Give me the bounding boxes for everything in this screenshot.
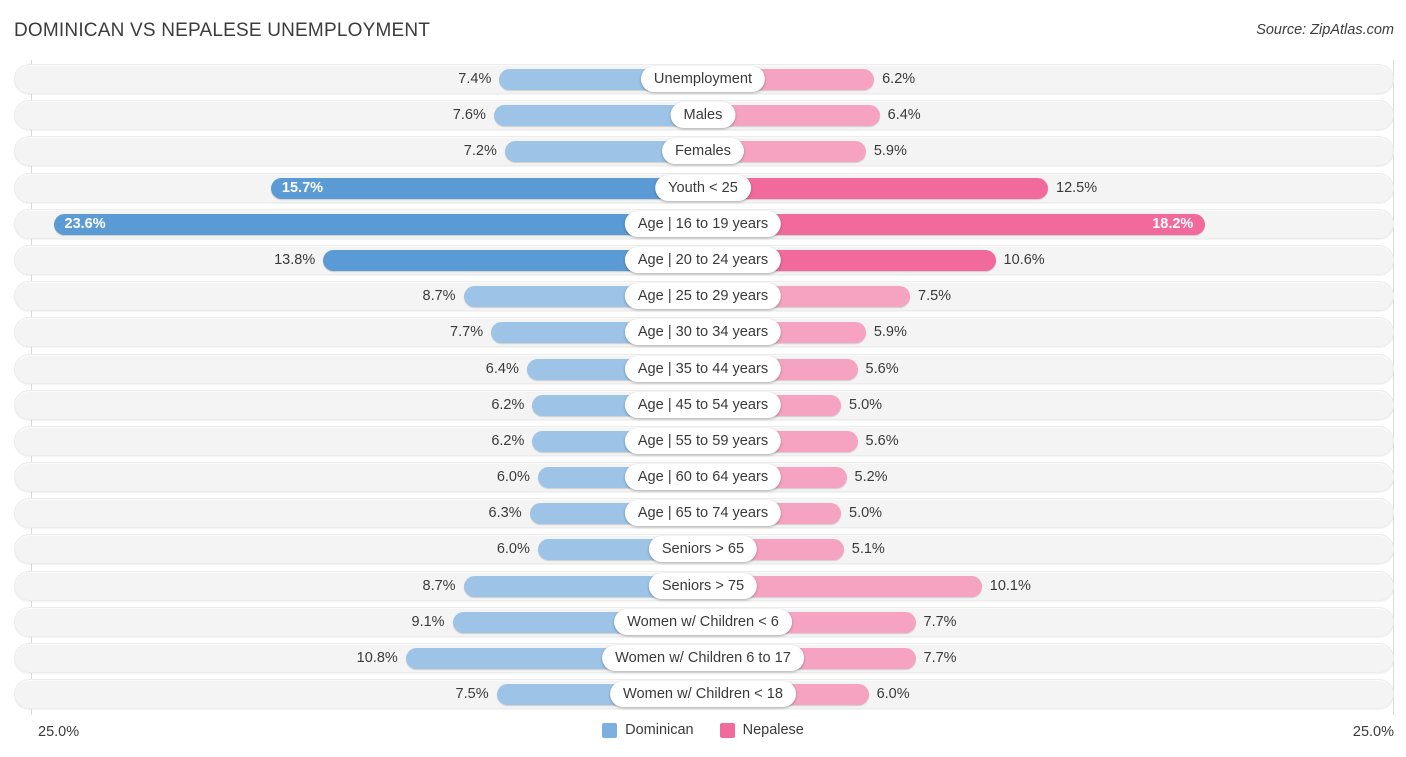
category-label: Women w/ Children < 18	[610, 681, 796, 708]
value-label-nepalese: 6.4%	[887, 107, 921, 124]
legend-swatch-icon	[719, 722, 735, 738]
bar-row: 7.2% 5.9% Females	[0, 136, 1406, 167]
value-label-nepalese: 10.1%	[989, 577, 1031, 594]
bar-row: 6.3% 5.0% Age | 65 to 74 years	[0, 498, 1406, 529]
value-label-nepalese: 5.1%	[851, 541, 885, 558]
bar-row: 6.0% 5.1% Seniors > 65	[0, 534, 1406, 565]
bar-row: 6.2% 5.0% Age | 45 to 54 years	[0, 389, 1406, 420]
legend-item: Dominican	[602, 722, 694, 738]
value-label-dominican: 10.8%	[356, 650, 398, 666]
bar-row: 8.7% 10.1% Seniors > 75	[0, 570, 1406, 601]
bar-row: 7.4% 6.2% Unemployment	[0, 64, 1406, 94]
category-label: Age | 30 to 34 years	[624, 319, 782, 346]
category-label: Seniors > 75	[648, 572, 758, 599]
bar-row: 6.2% 5.6% Age | 55 to 59 years	[0, 425, 1406, 456]
value-label-nepalese: 6.0%	[876, 686, 910, 703]
bar-row: 7.6% 6.4% Males	[0, 100, 1406, 131]
value-label-dominican: 7.7%	[450, 324, 484, 341]
bar-row: 13.8% 10.6% Age | 20 to 24 years	[0, 244, 1406, 275]
bar-row: 23.6% 18.2% Age | 16 to 19 years	[0, 208, 1406, 239]
category-label: Age | 55 to 59 years	[624, 427, 782, 454]
value-label-dominican: 7.6%	[452, 107, 486, 124]
value-label-dominican: 7.4%	[458, 71, 492, 87]
category-label: Women w/ Children 6 to 17	[602, 645, 804, 671]
legend-label: Dominican	[625, 722, 694, 738]
bar-row: 7.5% 6.0% Women w/ Children < 18	[0, 679, 1406, 710]
value-label-dominican: 7.5%	[455, 686, 489, 703]
value-label-nepalese: 12.5%	[1056, 179, 1098, 196]
value-label-nepalese: 5.6%	[865, 360, 899, 377]
chart-header: DOMINICAN VS NEPALESE UNEMPLOYMENT Sourc…	[0, 0, 1406, 60]
category-label: Age | 16 to 19 years	[624, 210, 782, 237]
value-label-nepalese: 18.2%	[1152, 215, 1194, 232]
value-label-dominican: 23.6%	[64, 215, 106, 232]
value-label-nepalese: 5.6%	[865, 432, 899, 449]
value-label-nepalese: 7.7%	[923, 650, 957, 666]
value-label-nepalese: 5.9%	[873, 143, 907, 160]
value-label-nepalese: 6.2%	[882, 71, 916, 87]
value-label-nepalese: 5.0%	[849, 505, 883, 522]
value-label-nepalese: 5.9%	[873, 324, 907, 341]
value-label-nepalese: 10.6%	[1003, 251, 1045, 268]
category-label: Males	[670, 102, 736, 129]
page-title: DOMINICAN VS NEPALESE UNEMPLOYMENT	[14, 20, 431, 41]
category-label: Unemployment	[640, 66, 766, 92]
bar-rows-container: 7.4% 6.2% Unemployment 7.6% 6.4% Males 7.2% 5.9…	[0, 64, 1406, 715]
value-label-nepalese: 7.7%	[923, 613, 957, 630]
value-label-dominican: 6.0%	[496, 541, 530, 558]
value-label-nepalese: 7.5%	[918, 288, 952, 305]
category-label: Women w/ Children < 6	[614, 608, 792, 635]
bar-row: 15.7% 12.5% Youth < 25	[0, 172, 1406, 203]
category-label: Age | 25 to 29 years	[624, 283, 782, 310]
value-label-dominican: 8.7%	[422, 288, 456, 305]
legend-label: Nepalese	[742, 722, 804, 738]
bar-row: 6.0% 5.2% Age | 60 to 64 years	[0, 462, 1406, 493]
value-label-dominican: 8.7%	[422, 577, 456, 594]
bar-row: 8.7% 7.5% Age | 25 to 29 years	[0, 281, 1406, 312]
value-label-dominican: 6.3%	[488, 505, 522, 522]
chart-plot-area: 7.4% 6.2% Unemployment 7.6% 6.4% Males 7.2% 5.9…	[0, 60, 1406, 718]
legend-swatch-icon	[602, 722, 618, 738]
value-label-dominican: 6.2%	[491, 396, 525, 413]
bar-row: 7.7% 5.9% Age | 30 to 34 years	[0, 317, 1406, 348]
value-label-dominican: 6.0%	[496, 469, 530, 486]
category-label: Age | 65 to 74 years	[624, 500, 782, 527]
value-label-dominican: 13.8%	[274, 251, 316, 268]
category-label: Age | 60 to 64 years	[624, 464, 782, 491]
category-label: Seniors > 65	[648, 536, 758, 563]
value-label-dominican: 6.4%	[485, 360, 519, 377]
category-label: Females	[662, 138, 744, 165]
category-label: Age | 20 to 24 years	[624, 246, 782, 273]
source-attribution: Source: ZipAtlas.com	[1256, 22, 1394, 38]
category-label: Age | 35 to 44 years	[624, 355, 782, 382]
category-label: Youth < 25	[655, 174, 751, 201]
category-label: Age | 45 to 54 years	[624, 391, 782, 418]
value-label-dominican: 7.2%	[463, 143, 497, 160]
value-label-dominican: 9.1%	[411, 613, 445, 630]
value-label-dominican: 15.7%	[281, 179, 324, 196]
value-label-dominican: 6.2%	[491, 432, 525, 449]
bar-row: 9.1% 7.7% Women w/ Children < 6	[0, 606, 1406, 637]
legend-item: Nepalese	[719, 722, 804, 738]
bar-row: 6.4% 5.6% Age | 35 to 44 years	[0, 353, 1406, 384]
bar-nepalese	[703, 177, 1048, 199]
value-label-nepalese: 5.2%	[854, 469, 888, 486]
chart-footer: 25.0% 25.0% Dominican Nepalese	[0, 718, 1406, 757]
chart-legend: Dominican Nepalese	[0, 722, 1406, 738]
bar-row: 10.8% 7.7% Women w/ Children 6 to 17	[0, 643, 1406, 673]
value-label-nepalese: 5.0%	[849, 396, 883, 413]
